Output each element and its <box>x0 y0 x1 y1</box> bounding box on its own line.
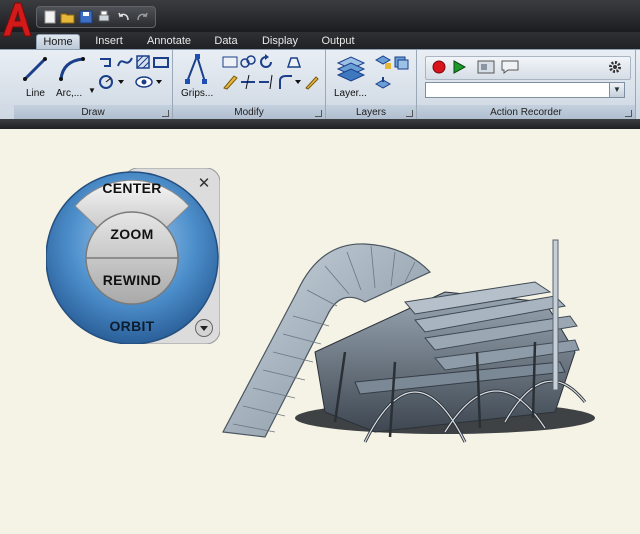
rectangle-icon[interactable] <box>152 54 170 70</box>
ribbon: Line Arc,... ▼ Draw Grips... Modify Laye… <box>0 49 640 120</box>
arc-dropdown-chevron-icon[interactable]: ▼ <box>88 86 96 95</box>
copy-icon[interactable] <box>239 54 257 70</box>
steering-wheel[interactable]: CENTER ZOOM REWIND ORBIT <box>45 167 221 345</box>
layer-label[interactable]: Layer... <box>334 88 367 99</box>
trim-icon[interactable] <box>239 74 257 90</box>
action-recorder-toolbar <box>425 56 631 80</box>
action-recorder-panel-title[interactable]: Action Recorder <box>417 105 635 120</box>
layer-isolate-icon[interactable] <box>392 54 410 70</box>
quick-access-toolbar <box>36 6 156 28</box>
erase-icon[interactable] <box>221 74 239 90</box>
eye-icon[interactable] <box>134 74 164 90</box>
edit-pencil-icon[interactable] <box>303 74 321 90</box>
grips-label[interactable]: Grips... <box>181 88 213 99</box>
polyline-icon[interactable] <box>98 54 116 70</box>
ribbon-tab-bar: Home Insert Annotate Data Display Output <box>0 32 640 50</box>
action-macro-select[interactable]: ▼ <box>425 82 625 98</box>
new-icon[interactable] <box>42 9 58 25</box>
draw-panel-title[interactable]: Draw <box>14 105 172 120</box>
ribbon-bottom-edge <box>0 119 640 129</box>
record-icon[interactable] <box>430 59 448 75</box>
move-icon[interactable] <box>221 54 239 70</box>
layer-match-icon[interactable] <box>374 76 392 92</box>
layers-panel-expand-icon[interactable] <box>406 110 413 117</box>
draw-panel: Line Arc,... ▼ Draw <box>14 50 173 120</box>
close-icon[interactable]: ✕ <box>196 176 212 192</box>
title-bar <box>0 0 640 32</box>
line-tool-icon[interactable] <box>22 56 48 82</box>
extend-icon[interactable] <box>257 74 275 90</box>
open-icon[interactable] <box>60 9 76 25</box>
undo-icon[interactable] <box>116 9 132 25</box>
draw-panel-expand-icon[interactable] <box>162 110 169 117</box>
request-input-icon[interactable] <box>500 59 520 75</box>
modify-panel-title[interactable]: Modify <box>173 105 325 120</box>
tab-output[interactable]: Output <box>316 34 360 49</box>
stretch-icon[interactable] <box>285 54 303 70</box>
tab-annotate[interactable]: Annotate <box>142 34 196 49</box>
3d-building-model[interactable] <box>215 232 595 472</box>
tab-data[interactable]: Data <box>208 34 244 49</box>
rotate-icon[interactable] <box>257 54 275 70</box>
modify-panel-expand-icon[interactable] <box>315 110 322 117</box>
tab-display[interactable]: Display <box>256 34 304 49</box>
rewind-segment[interactable]: REWIND <box>82 272 182 288</box>
circle-tool-icon[interactable] <box>98 74 126 90</box>
layers-panel-title[interactable]: Layers <box>326 105 416 120</box>
action-recorder-expand-icon[interactable] <box>625 110 632 117</box>
hatch-icon[interactable] <box>134 54 152 70</box>
line-label: Line <box>26 88 45 99</box>
layer-properties-icon[interactable] <box>336 54 366 84</box>
fillet-icon[interactable] <box>277 74 303 90</box>
play-icon[interactable] <box>450 59 468 75</box>
modify-panel: Grips... Modify <box>173 50 326 120</box>
arc-tool-icon[interactable] <box>58 56 86 82</box>
plot-icon[interactable] <box>96 9 112 25</box>
insert-message-icon[interactable] <box>476 59 496 75</box>
save-icon[interactable] <box>78 9 94 25</box>
application-menu-icon[interactable] <box>0 0 34 40</box>
wheel-menu-chevron-icon[interactable] <box>195 319 213 337</box>
layers-panel: Layer... Layers <box>326 50 417 120</box>
orbit-segment[interactable]: ORBIT <box>82 318 182 334</box>
layer-states-icon[interactable] <box>374 54 392 70</box>
zoom-segment[interactable]: ZOOM <box>82 226 182 242</box>
spline-icon[interactable] <box>116 54 134 70</box>
tab-insert[interactable]: Insert <box>88 34 130 49</box>
arc-label[interactable]: Arc,... <box>56 88 82 99</box>
grips-icon[interactable] <box>183 52 209 84</box>
tab-home[interactable]: Home <box>36 34 80 50</box>
gear-icon[interactable] <box>606 59 624 75</box>
action-recorder-panel: ▼ Action Recorder <box>417 50 636 120</box>
chevron-down-icon[interactable]: ▼ <box>609 83 624 97</box>
center-segment[interactable]: CENTER <box>82 180 182 196</box>
redo-icon[interactable] <box>134 9 150 25</box>
